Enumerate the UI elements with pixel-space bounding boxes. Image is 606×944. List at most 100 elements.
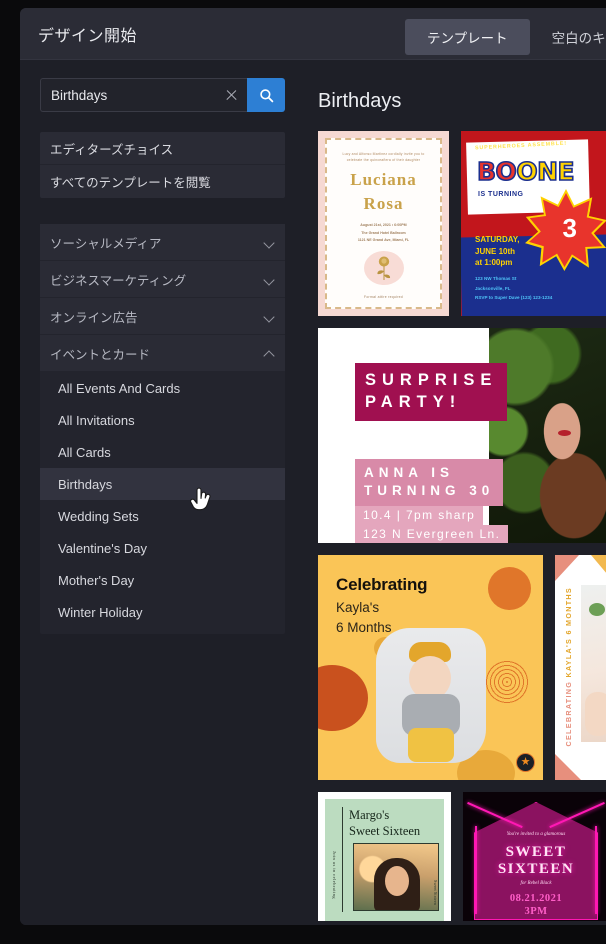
dialog-header: デザイン開始 テンプレート 空白のキャンバス [20,8,606,60]
sidebar-category-online-ads[interactable]: オンライン広告 [40,298,285,335]
chevron-up-icon [264,348,275,359]
sidebar-item-valentines-day[interactable]: Valentine's Day [40,532,285,564]
card-photo [376,628,486,763]
card-photo [489,328,606,543]
search-row [40,78,285,112]
card-photo [581,585,606,742]
photo-detail [585,692,606,736]
quick-links: エディターズチョイス すべてのテンプレートを閲覧 [40,132,285,198]
decorative-shape [591,555,606,581]
card-art: Margo's Sweet Sixteen Join us in celebra… [325,799,444,921]
headline-line-1: SURPRISE [365,371,498,389]
sidebar-item-winter-holiday[interactable]: Winter Holiday [40,596,285,628]
card-date: 08.21.2021 3PM [463,893,606,918]
card-address: 123 N Evergreen Ln. [355,525,509,543]
card-intro-text: Lucy and Alfonso Martinez cordially invi… [342,152,425,163]
vertical-text-part-1: CELEBRATING [564,677,573,747]
category-label: ビジネスマーケティング [50,273,187,288]
template-card-neon-sweet-sixteen[interactable]: You're invited to a glamorous SWEET SIXT… [463,792,606,921]
card-address: 123 NW Thomas St Jacksonville, FL RSVP t… [475,276,553,300]
sidebar-item-birthdays[interactable]: Birthdays [40,468,285,500]
card-vertical-text-left: Join us in celebrating [332,851,337,899]
sidebar-item-browse-all-templates[interactable]: すべてのテンプレートを閲覧 [40,165,285,198]
chevron-down-icon [264,274,275,285]
sidebar-subitem-list: All Events And Cards All Invitations All… [40,372,285,634]
search-button[interactable] [247,78,285,112]
template-card-kayla-6-months[interactable]: Celebrating Kayla's 6 Months ★ [318,555,543,780]
template-grid-row: Lucy and Alfonso Martinez cordially invi… [318,131,606,316]
card-photo [353,843,439,911]
photo-detail [589,603,605,616]
subheadline-line-1: ANNA IS [364,465,455,480]
page-title: Birthdays [318,90,402,112]
sidebar-item-all-events-and-cards[interactable]: All Events And Cards [40,372,285,404]
subheadline-line-2: TURNING 30 [364,483,495,499]
template-grid-row: Celebrating Kayla's 6 Months ★ CELEBRATI… [318,555,606,780]
photo-detail [558,430,571,436]
tab-blank-canvas[interactable]: 空白のキャンバス [530,19,606,55]
sidebar-category-events-and-cards[interactable]: イベントとカード [40,335,285,372]
vertical-text-part-2: KAYLA'S 6 MONTHS [564,587,573,678]
card-name-part-2: ONE [516,156,576,187]
photo-detail [385,866,409,896]
card-subtitle-line-2: 6 Months [336,619,392,635]
card-vertical-text-right: Sweet Sixteen [433,880,438,905]
card-time: 10.4 | 7pm sharp [355,506,484,525]
sidebar-category-business-marketing[interactable]: ビジネスマーケティング [40,261,285,298]
search-icon [259,88,273,102]
card-name-line-2: Rosa [363,194,404,214]
sidebar-item-editors-choice[interactable]: エディターズチョイス [40,132,285,165]
card-footer-text: Formal attire required [363,295,403,299]
template-grid-row: SURPRISE PARTY! ANNA IS TURNING 30 10.4 … [318,328,606,543]
card-title-line-1: Margo's [349,808,390,822]
category-label: イベントとカード [50,347,151,362]
card-date: SATURDAY, JUNE 10th at 1:00pm [475,235,520,268]
template-card-margo-sweet-sixteen[interactable]: Margo's Sweet Sixteen Join us in celebra… [318,792,451,921]
chevron-down-icon [264,237,275,248]
template-card-surprise-party[interactable]: SURPRISE PARTY! ANNA IS TURNING 30 10.4 … [318,328,606,543]
tab-templates[interactable]: テンプレート [405,19,530,55]
template-card-boone-superhero[interactable]: SUPERHEROES ASSEMBLE! BOONE IS TURNING 3… [461,131,606,316]
sidebar-item-all-cards[interactable]: All Cards [40,436,285,468]
card-name-line-1: Luciana [350,169,417,189]
dialog-title: デザイン開始 [38,27,138,45]
template-grid: Lucy and Alfonso Martinez cordially invi… [305,131,606,921]
sidebar-item-mothers-day[interactable]: Mother's Day [40,564,285,596]
decorative-shape [555,754,581,780]
card-headline: SURPRISE PARTY! [355,363,508,421]
card-name: BOONE [476,156,576,187]
pro-star-badge-icon: ★ [516,753,535,772]
sidebar-item-wedding-sets[interactable]: Wedding Sets [40,500,285,532]
card-for-line: for Rebel Black [520,881,552,886]
sidebar-item-all-invitations[interactable]: All Invitations [40,404,285,436]
decorative-rule [342,807,343,912]
template-card-luciana-rosa[interactable]: Lucy and Alfonso Martinez cordially invi… [318,131,449,316]
card-subheadline: ANNA IS TURNING 30 [355,459,504,507]
dialog-tabs: テンプレート 空白のキャンバス [405,19,606,55]
template-grid-row: Margo's Sweet Sixteen Join us in celebra… [318,792,606,921]
card-vertical-text: CELEBRATING KAYLA'S 6 MONTHS [564,587,573,747]
start-design-dialog: デザイン開始 テンプレート 空白のキャンバス [20,8,606,925]
template-card-kayla-vertical[interactable]: CELEBRATING KAYLA'S 6 MONTHS [555,555,606,780]
card-script-text: You're invited to a glamorous [506,832,566,837]
sidebar-category-social-media[interactable]: ソーシャルメディア [40,224,285,261]
category-label: オンライン広告 [50,310,138,325]
card-name-part-1: BO [476,156,517,187]
decorative-shape [485,660,529,704]
card-subtitle-line-1: Kayla's [336,600,380,615]
card-art: Lucy and Alfonso Martinez cordially invi… [325,138,442,309]
headline-line-2: PARTY! [365,393,462,412]
card-age: 3 [562,213,577,243]
search-box[interactable] [40,78,247,112]
card-title: Celebrating [336,575,428,594]
card-details: August 21st, 2021 • 6:00PM The Grand Hot… [357,223,410,243]
search-input[interactable] [41,79,201,111]
close-icon[interactable] [225,89,238,102]
decorative-shape [555,555,579,581]
headline-line-2: SIXTEEN [497,861,575,878]
card-title-line-2: Sweet Sixteen [349,823,421,838]
category-list: ソーシャルメディア ビジネスマーケティング オンライン広告 イベントとカード A… [40,224,285,634]
card-date-line-2: 3PM [524,905,548,917]
card-date-line-1: 08.21.2021 [509,893,563,904]
decorative-shape [318,665,368,731]
